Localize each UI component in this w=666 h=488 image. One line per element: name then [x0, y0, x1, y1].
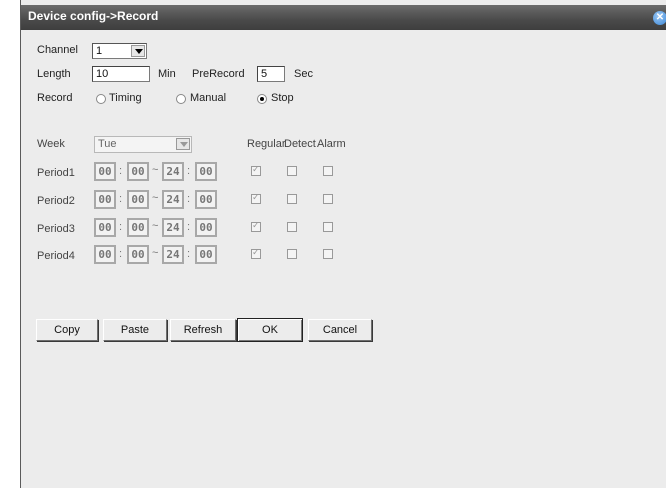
start-hour-box[interactable]: 00: [94, 218, 116, 237]
detect-checkbox[interactable]: [287, 249, 297, 259]
start-minute-box[interactable]: 00: [127, 218, 149, 237]
colon-separator: :: [187, 221, 191, 233]
timing-label: Timing: [109, 92, 142, 104]
regular-checkbox[interactable]: [251, 192, 261, 204]
col-alarm: Alarm: [317, 138, 346, 150]
end-minute-box[interactable]: 00: [195, 218, 217, 237]
sec-label: Sec: [294, 68, 313, 80]
regular-checkbox[interactable]: [251, 220, 261, 232]
colon-separator: :: [187, 193, 191, 205]
record-config-window: Device config->Record ✕ Channel 1 Length…: [20, 0, 666, 488]
colon-separator: :: [187, 165, 191, 177]
range-separator: ~: [152, 164, 159, 176]
channel-label: Channel: [37, 44, 78, 56]
window-title: Device config->Record: [28, 9, 159, 23]
start-minute-box[interactable]: 00: [127, 245, 149, 264]
range-separator: ~: [152, 247, 159, 259]
prerecord-input[interactable]: 5: [257, 66, 285, 82]
alarm-checkbox[interactable]: [323, 166, 333, 176]
colon-separator: :: [187, 248, 191, 260]
chevron-down-icon[interactable]: [131, 45, 145, 57]
col-detect: Detect: [284, 138, 316, 150]
close-icon[interactable]: ✕: [653, 11, 666, 25]
week-label: Week: [37, 138, 65, 150]
stop-label: Stop: [271, 92, 294, 104]
period-label: Period2: [37, 195, 75, 207]
prerecord-label: PreRecord: [192, 68, 245, 80]
manual-label: Manual: [190, 92, 227, 104]
start-hour-box[interactable]: 00: [94, 245, 116, 264]
end-hour-box[interactable]: 24: [162, 245, 184, 264]
chevron-down-icon[interactable]: [176, 138, 190, 150]
end-minute-box[interactable]: 00: [195, 245, 217, 264]
detect-checkbox[interactable]: [287, 194, 297, 204]
alarm-checkbox[interactable]: [323, 194, 333, 204]
end-hour-box[interactable]: 24: [162, 190, 184, 209]
paste-button[interactable]: Paste: [103, 319, 167, 341]
col-regular: Regular: [247, 138, 286, 150]
colon-separator: :: [119, 221, 123, 233]
colon-separator: :: [119, 248, 123, 260]
end-minute-box[interactable]: 00: [195, 162, 217, 181]
detect-checkbox[interactable]: [287, 222, 297, 232]
start-hour-box[interactable]: 00: [94, 162, 116, 181]
start-hour-box[interactable]: 00: [94, 190, 116, 209]
period-label: Period3: [37, 223, 75, 235]
radio-stop[interactable]: [257, 94, 267, 104]
record-label: Record: [37, 92, 73, 104]
range-separator: ~: [152, 220, 159, 232]
end-minute-box[interactable]: 00: [195, 190, 217, 209]
range-separator: ~: [152, 192, 159, 204]
colon-separator: :: [119, 193, 123, 205]
end-hour-box[interactable]: 24: [162, 162, 184, 181]
length-input[interactable]: 10: [92, 66, 150, 82]
channel-value: 1: [96, 45, 103, 57]
alarm-checkbox[interactable]: [323, 222, 333, 232]
copy-button[interactable]: Copy: [36, 319, 98, 341]
period-label: Period1: [37, 167, 75, 179]
colon-separator: :: [119, 165, 123, 177]
alarm-checkbox[interactable]: [323, 249, 333, 259]
ok-button[interactable]: OK: [237, 318, 303, 342]
start-minute-box[interactable]: 00: [127, 162, 149, 181]
start-minute-box[interactable]: 00: [127, 190, 149, 209]
week-value: Tue: [98, 138, 117, 150]
length-label: Length: [37, 68, 71, 80]
detect-checkbox[interactable]: [287, 166, 297, 176]
period-label: Period4: [37, 250, 75, 262]
regular-checkbox[interactable]: [251, 247, 261, 259]
radio-manual[interactable]: [176, 94, 186, 104]
radio-timing[interactable]: [96, 94, 106, 104]
end-hour-box[interactable]: 24: [162, 218, 184, 237]
title-bar[interactable]: Device config->Record ✕: [21, 5, 666, 30]
refresh-button[interactable]: Refresh: [170, 319, 236, 341]
regular-checkbox[interactable]: [251, 164, 261, 176]
week-select[interactable]: Tue: [94, 136, 192, 153]
cancel-button[interactable]: Cancel: [308, 319, 372, 341]
min-label: Min: [158, 68, 176, 80]
channel-select[interactable]: 1: [92, 43, 147, 59]
